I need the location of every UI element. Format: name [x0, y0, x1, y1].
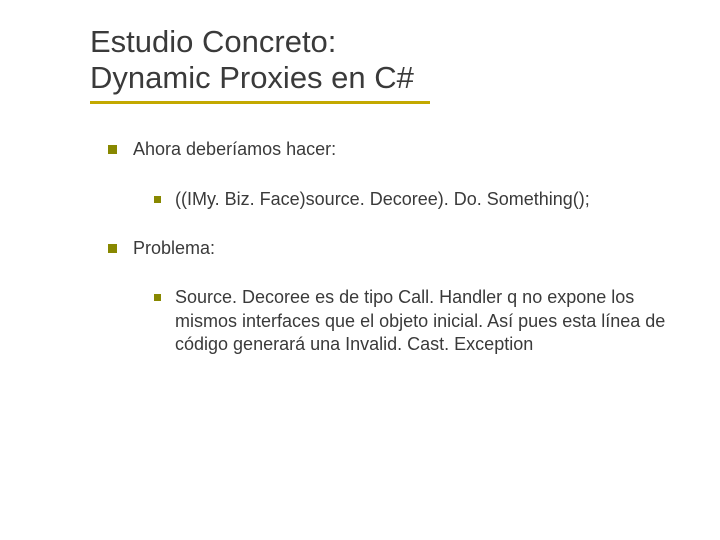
- list-item-text: Problema:: [133, 237, 680, 260]
- bullet-icon: [154, 294, 161, 301]
- bullet-icon: [108, 145, 117, 154]
- list-item: Problema:: [108, 237, 680, 260]
- bullet-icon: [108, 244, 117, 253]
- list-item-text: Ahora deberíamos hacer:: [133, 138, 680, 161]
- list-item: ((IMy. Biz. Face)source. Decoree). Do. S…: [154, 188, 680, 211]
- list-item: Ahora deberíamos hacer:: [108, 138, 680, 161]
- title-line-1: Estudio Concreto:: [90, 24, 336, 59]
- bullet-icon: [154, 196, 161, 203]
- title-line-2: Dynamic Proxies en C#: [90, 60, 414, 95]
- list-item-text: Source. Decoree es de tipo Call. Handler…: [175, 286, 680, 356]
- slide-body: Ahora deberíamos hacer: ((IMy. Biz. Face…: [90, 138, 680, 356]
- slide: Estudio Concreto: Dynamic Proxies en C# …: [0, 0, 720, 540]
- list-item: Source. Decoree es de tipo Call. Handler…: [154, 286, 680, 356]
- list-item-text: ((IMy. Biz. Face)source. Decoree). Do. S…: [175, 188, 680, 211]
- title-underline: [90, 101, 430, 104]
- slide-title: Estudio Concreto: Dynamic Proxies en C#: [90, 24, 680, 95]
